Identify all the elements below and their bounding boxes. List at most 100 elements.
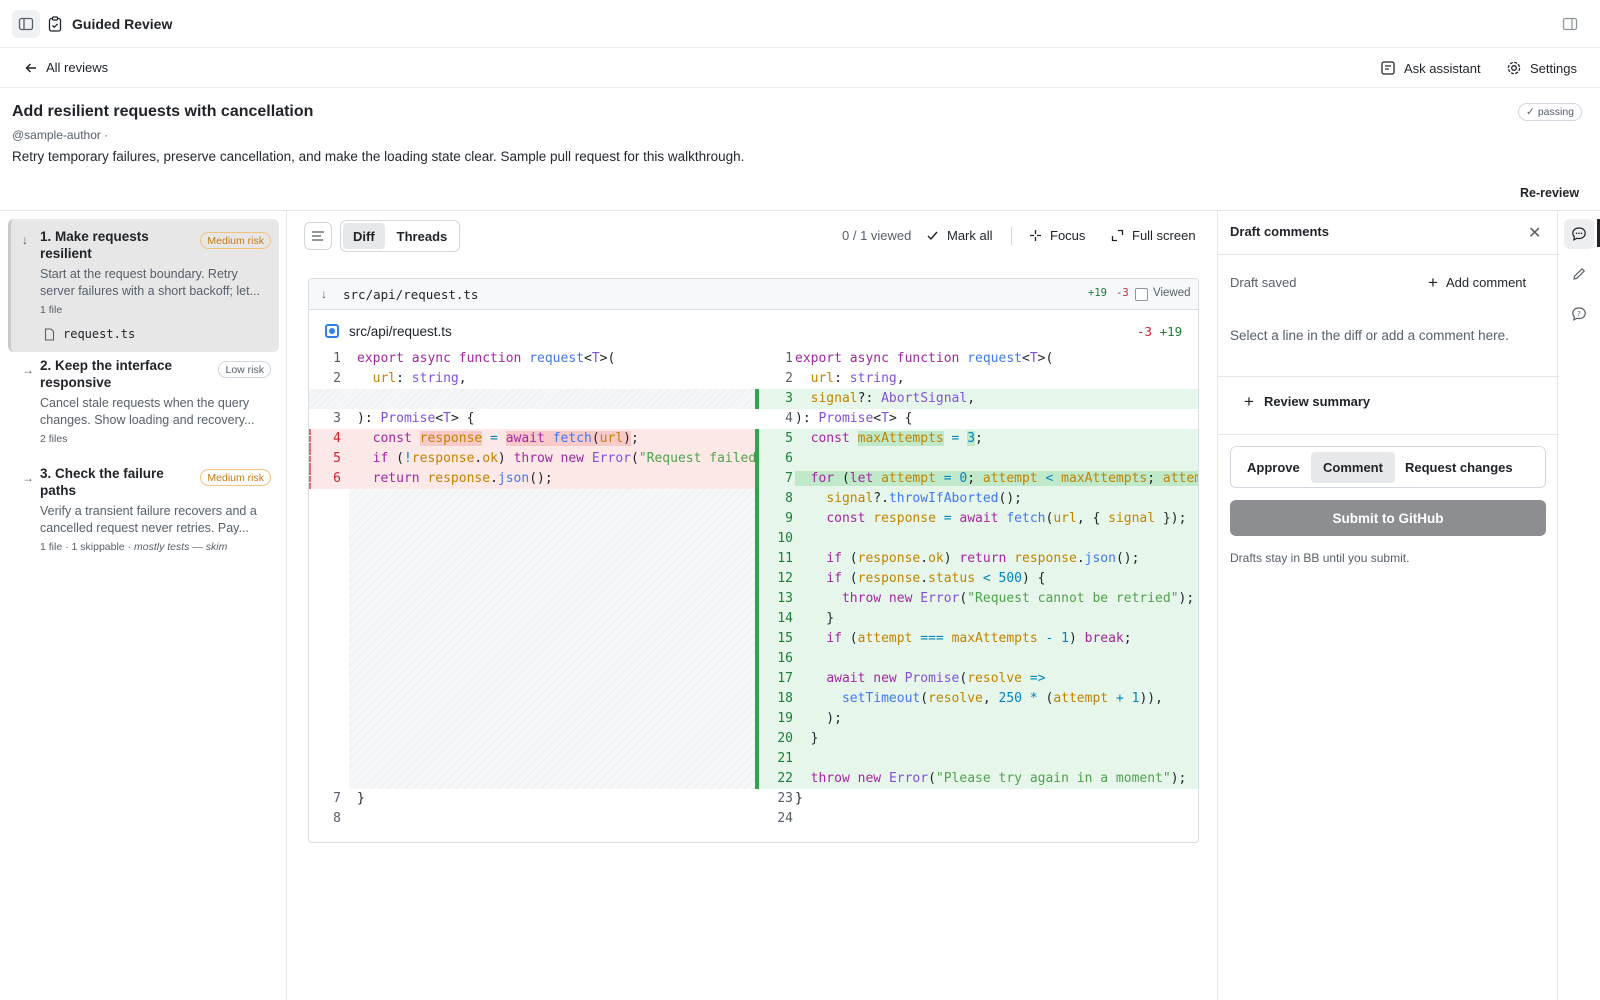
all-reviews-label: All reviews bbox=[46, 60, 109, 75]
mark-all-button[interactable]: Mark all bbox=[926, 228, 993, 243]
step-item-2[interactable]: → 2. Keep the interface responsive Low r… bbox=[8, 357, 279, 453]
diff-deleted-line[interactable]: 4 const response = await fetch(url); bbox=[309, 429, 755, 449]
request-changes-option[interactable]: Request changes bbox=[1393, 452, 1525, 483]
arrow-right-icon: → bbox=[22, 471, 34, 485]
diff-line[interactable]: 2 url: string, bbox=[755, 369, 1198, 389]
review-summary-label: Review summary bbox=[1263, 394, 1371, 409]
diff-added-line[interactable]: 14 } bbox=[755, 609, 1198, 629]
draft-comments-panel: Draft comments ✕ Draft saved + Add comme… bbox=[1217, 211, 1559, 1000]
diff-line[interactable]: 24 bbox=[755, 809, 1198, 829]
diff-line[interactable]: 7} bbox=[309, 789, 755, 809]
diff-added-line[interactable]: 22 throw new Error("Please try again in … bbox=[755, 769, 1198, 789]
diff-line[interactable]: 8 bbox=[309, 809, 755, 829]
file-icon bbox=[44, 327, 55, 341]
diff-deleted-line[interactable]: 6 return response.json(); bbox=[309, 469, 755, 489]
diff-added-line[interactable]: 3 signal?: AbortSignal, bbox=[755, 389, 1198, 409]
line-number: 7 bbox=[333, 791, 341, 806]
line-number: 14 bbox=[777, 611, 793, 626]
deletions-count: -3 bbox=[1116, 287, 1129, 299]
pr-author[interactable]: @sample-author · bbox=[12, 128, 108, 142]
line-number: 4 bbox=[785, 411, 793, 426]
line-number: 11 bbox=[777, 551, 793, 566]
collapse-arrow-icon[interactable]: ↓ bbox=[321, 287, 327, 301]
diff-added-line[interactable]: 8 signal?.throwIfAborted(); bbox=[755, 489, 1198, 509]
diff-added-line[interactable]: 18 setTimeout(resolve, 250 * (attempt + … bbox=[755, 689, 1198, 709]
panel-toggle-icon[interactable] bbox=[1562, 16, 1578, 32]
right-rail: ? bbox=[1558, 211, 1600, 1000]
step-title: 2. Keep the interface responsive bbox=[40, 358, 173, 390]
add-comment-button[interactable]: + Add comment bbox=[1428, 274, 1526, 291]
gear-icon bbox=[1507, 61, 1521, 75]
diff-added-line[interactable]: 11 if (response.ok) return response.json… bbox=[755, 549, 1198, 569]
line-number: 21 bbox=[777, 751, 793, 766]
settings-label: Settings bbox=[1530, 60, 1577, 76]
line-number: 8 bbox=[785, 491, 793, 506]
diff-line[interactable]: 1 export async function request<T>( bbox=[755, 349, 1198, 369]
divider bbox=[1218, 434, 1559, 435]
diff-added-line[interactable]: 19 ); bbox=[755, 709, 1198, 729]
step-item-1[interactable]: ↓ 1. Make requests resilient Medium risk… bbox=[8, 219, 279, 352]
diff-added-line[interactable]: 5 const maxAttempts = 3; bbox=[755, 429, 1198, 449]
file-header[interactable]: ↓ src/api/request.ts +19 -3 Viewed bbox=[309, 279, 1198, 310]
comment-option[interactable]: Comment bbox=[1311, 452, 1395, 483]
diff-added-line[interactable]: 21 bbox=[755, 749, 1198, 769]
diff-added-line[interactable]: 9 const response = await fetch(url, { si… bbox=[755, 509, 1198, 529]
diff-added-line[interactable]: 12 if (response.status < 500) { bbox=[755, 569, 1198, 589]
viewed-checkbox[interactable] bbox=[1135, 288, 1148, 301]
full-screen-label: Full screen bbox=[1132, 228, 1196, 243]
edit-rail-button[interactable] bbox=[1564, 259, 1594, 289]
plus-icon: + bbox=[1244, 392, 1254, 411]
diff-added-line[interactable]: 7 for (let attempt = 0; attempt < maxAtt… bbox=[755, 469, 1198, 489]
file-subheader-path: src/api/request.ts bbox=[349, 324, 452, 339]
step-item-3[interactable]: → 3. Check the failure paths Medium risk… bbox=[8, 465, 279, 561]
rereview-button[interactable]: Re-review bbox=[1520, 186, 1579, 200]
focus-button[interactable]: Focus bbox=[1029, 228, 1085, 243]
tab-diff[interactable]: Diff bbox=[343, 223, 385, 249]
draft-note: Drafts stay in BB until you submit. bbox=[1230, 551, 1410, 565]
close-icon[interactable]: ✕ bbox=[1528, 223, 1541, 243]
tab-threads[interactable]: Threads bbox=[387, 223, 458, 249]
diff-deleted-line[interactable]: 5 if (!response.ok) throw new Error("Req… bbox=[309, 449, 755, 469]
review-type-toggle: Approve Comment Request changes bbox=[1230, 446, 1546, 488]
submit-to-github-button[interactable]: Submit to GitHub bbox=[1230, 500, 1546, 536]
diff-line[interactable]: 1 export async function request<T>( bbox=[309, 349, 755, 369]
line-number: 10 bbox=[777, 531, 793, 546]
line-number: 12 bbox=[777, 571, 793, 586]
divider bbox=[1218, 254, 1559, 255]
line-number: 19 bbox=[777, 711, 793, 726]
diff-line[interactable]: 23} bbox=[755, 789, 1198, 809]
step-meta: 2 files bbox=[40, 433, 68, 445]
diff-added-line[interactable]: 10 bbox=[755, 529, 1198, 549]
ask-assistant-button[interactable]: Ask assistant bbox=[1380, 60, 1481, 76]
line-number: 9 bbox=[785, 511, 793, 526]
comments-rail-button[interactable] bbox=[1564, 219, 1594, 249]
diff-added-line[interactable]: 20 } bbox=[755, 729, 1198, 749]
sidebar-toggle-button[interactable] bbox=[12, 10, 40, 38]
diff-added-line[interactable]: 6 bbox=[755, 449, 1198, 469]
diff-line[interactable]: 3): Promise<T> { bbox=[309, 409, 755, 429]
diff-added-line[interactable]: 13 throw new Error("Request cannot be re… bbox=[755, 589, 1198, 609]
line-number: 20 bbox=[777, 731, 793, 746]
diff-added-line[interactable]: 17 await new Promise(resolve => bbox=[755, 669, 1198, 689]
clipboard-check-icon bbox=[48, 16, 62, 32]
file-diff-card: ↓ src/api/request.ts +19 -3 Viewed src/a… bbox=[308, 278, 1199, 843]
status-label: passing bbox=[1537, 106, 1575, 118]
viewed-count: 0 / 1 viewed bbox=[842, 228, 912, 243]
line-number: 8 bbox=[333, 811, 341, 826]
approve-option[interactable]: Approve bbox=[1235, 452, 1312, 483]
diff-line[interactable]: 2 url: string, bbox=[309, 369, 755, 389]
diff-stat-minus: -3 bbox=[1137, 324, 1153, 339]
step-file-link[interactable]: request.ts bbox=[44, 327, 135, 341]
full-screen-button[interactable]: Full screen bbox=[1111, 228, 1196, 243]
diff-line[interactable]: 4): Promise<T> { bbox=[755, 409, 1198, 429]
diff-added-line[interactable]: 16 bbox=[755, 649, 1198, 669]
diff-added-line[interactable]: 15 if (attempt === maxAttempts - 1) brea… bbox=[755, 629, 1198, 649]
list-icon bbox=[312, 231, 324, 241]
all-reviews-link[interactable]: All reviews bbox=[24, 60, 108, 75]
settings-button[interactable]: Settings bbox=[1506, 60, 1577, 76]
title-bar: Guided Review bbox=[0, 0, 1600, 48]
help-rail-button[interactable]: ? bbox=[1564, 299, 1594, 329]
outline-toggle-button[interactable] bbox=[304, 222, 332, 250]
review-summary-button[interactable]: + Review summary bbox=[1244, 392, 1371, 411]
help-bubble-icon: ? bbox=[1572, 307, 1586, 321]
